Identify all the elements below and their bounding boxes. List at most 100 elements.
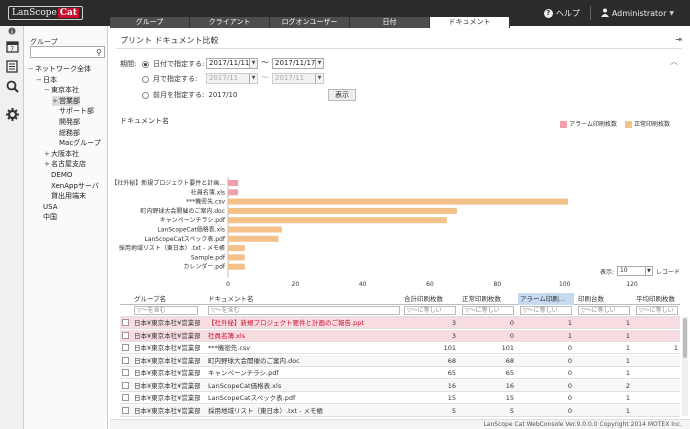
tree-node[interactable]: 貸出用端末 — [44, 191, 86, 201]
tree-toggle-icon[interactable]: − — [36, 75, 43, 85]
tab-2[interactable]: ログオンユーザー — [270, 17, 350, 28]
table-row[interactable]: 日本¥東京本社¥営業部 社員名簿.xls 3 0 1 1 — [120, 329, 680, 342]
tree-toggle-icon[interactable]: + — [44, 149, 51, 159]
tree-node[interactable]: +営業部 — [52, 95, 80, 106]
chevron-down-icon[interactable]: ▼ — [644, 267, 652, 275]
tree-node[interactable]: USA — [36, 202, 58, 212]
row-checkbox[interactable] — [122, 369, 129, 376]
tree-node[interactable]: +大阪本社 — [44, 149, 79, 159]
column-header[interactable]: ドキュメント名 — [206, 293, 402, 305]
tree-node[interactable]: 総務部 — [52, 128, 80, 138]
filter-input[interactable]: ▽〜に等しい — [462, 306, 514, 315]
row-checkbox[interactable] — [122, 406, 129, 414]
tree-node[interactable]: DEMO — [44, 170, 72, 180]
bar-normal[interactable] — [228, 217, 447, 224]
bar-alarm[interactable] — [228, 180, 239, 186]
display-button[interactable]: 表示 — [328, 89, 356, 101]
bar-normal[interactable] — [228, 198, 569, 205]
row-checkbox[interactable] — [122, 356, 129, 364]
filter-input[interactable]: ▽〜を含む — [134, 306, 198, 315]
table-row[interactable]: 日本¥東京本社¥営業部 LanScopeCat価格表.xls 16 16 0 2 — [120, 379, 680, 392]
month-to-field[interactable]: 2017/11 ▼ — [272, 73, 324, 84]
tree-node[interactable]: −ネットワーク全体 — [28, 64, 91, 74]
month-from-field[interactable]: 2017/11 ▼ — [206, 73, 258, 84]
bar-normal[interactable] — [228, 254, 245, 261]
radio-month[interactable] — [142, 75, 149, 83]
radio-prev-month[interactable] — [142, 91, 149, 99]
collapse-icon[interactable]: ︿ — [670, 56, 678, 67]
help-link[interactable]: ? ヘルプ — [534, 8, 590, 19]
tree-node[interactable]: +名古屋支店 — [44, 159, 86, 169]
page-size-select[interactable]: 10 ▼ — [616, 266, 653, 276]
app-logo: LanScope Cat — [8, 6, 84, 20]
tab-4[interactable]: ドキュメント — [430, 17, 510, 28]
column-header[interactable]: 平均印刷枚数 — [634, 293, 680, 305]
row-checkbox[interactable] — [122, 394, 129, 401]
bar-normal[interactable] — [228, 245, 245, 252]
option-month[interactable]: 月で指定する: — [142, 74, 197, 84]
tree-node[interactable]: 開発部 — [52, 117, 80, 127]
tab-0[interactable]: グループ — [110, 17, 190, 28]
scrollbar-thumb[interactable] — [683, 318, 687, 358]
tree-toggle-icon[interactable]: + — [44, 159, 51, 169]
tab-1[interactable]: クライアント — [190, 17, 270, 28]
date-to-field[interactable]: 2017/11/17 ▼ — [272, 58, 324, 69]
info-icon[interactable] — [4, 26, 20, 36]
tree-node[interactable]: 中国 — [36, 212, 57, 222]
column-header[interactable]: 合計印刷枚数 — [402, 293, 458, 305]
row-checkbox[interactable] — [122, 319, 129, 326]
search-icon[interactable] — [4, 78, 20, 94]
filter-input[interactable]: ▽〜を含む — [208, 306, 400, 315]
tab-3[interactable]: 日付 — [350, 17, 430, 28]
column-header[interactable]: 正常印刷枚数 — [460, 293, 516, 305]
chevron-down-icon[interactable]: ▼ — [249, 74, 257, 83]
gear-icon[interactable] — [4, 106, 20, 122]
filter-input[interactable]: ▽〜に等しい — [520, 306, 572, 315]
column-header[interactable]: 印刷台数 — [576, 293, 632, 305]
table-scrollbar[interactable] — [682, 316, 688, 416]
option-date[interactable]: 日付で指定する: — [142, 59, 204, 69]
group-search-input[interactable]: ⚲ — [30, 46, 105, 58]
bar-normal[interactable] — [228, 263, 245, 270]
option-prev-month[interactable]: 前月を指定する: 2017/10 — [142, 90, 237, 100]
row-checkbox[interactable] — [122, 331, 129, 339]
tree-node-label: 日本 — [43, 75, 57, 84]
bar-normal[interactable] — [228, 207, 457, 214]
bar-alarm[interactable] — [228, 189, 239, 196]
filter-input[interactable]: ▽〜に等しい — [404, 306, 456, 315]
chevron-down-icon[interactable]: ▼ — [315, 59, 323, 68]
cell-machines: 1 — [625, 344, 630, 352]
radio-date[interactable] — [142, 60, 149, 68]
tree-node[interactable]: XenAppサーバ — [44, 181, 99, 191]
chevron-down-icon[interactable]: ▼ — [315, 74, 323, 83]
tree-toggle-icon[interactable]: − — [44, 85, 51, 95]
filter-input[interactable]: ▽〜に等しい — [636, 306, 678, 315]
calendar-icon[interactable]: 7 — [4, 38, 20, 54]
table-row[interactable]: 日本¥東京本社¥営業部 町内野球大会開催のご案内.doc 68 68 0 1 — [120, 354, 680, 367]
date-from-field[interactable]: 2017/11/11 ▼ — [206, 58, 258, 69]
table-row[interactable]: 日本¥東京本社¥営業部 キャンペーンチラシ.pdf 65 65 0 1 — [120, 367, 680, 379]
tree-node[interactable]: Macグループ — [52, 138, 101, 148]
bar-normal[interactable] — [228, 235, 279, 242]
table-row[interactable]: 日本¥東京本社¥営業部 【社外秘】新規プロジェクト要件と計画のご報告.ppt 3 0 1… — [120, 317, 680, 329]
tree-node[interactable]: −日本 — [36, 75, 57, 85]
bar-normal[interactable] — [228, 226, 282, 233]
table-row[interactable]: 日本¥東京本社¥営業部 採用地域リスト（東日本）.txt - メモ帳 5 5 0 1 — [120, 404, 680, 417]
report-icon[interactable] — [4, 58, 20, 74]
table-row[interactable]: 日本¥東京本社¥営業部 LanScopeCatスペック表.pdf 15 15 0 1 — [120, 392, 680, 404]
tree-toggle-icon[interactable]: + — [52, 96, 59, 106]
page-display-label: 表示: — [599, 268, 614, 276]
tree-node[interactable]: −東京本社 — [44, 85, 79, 95]
search-icon[interactable]: ⚲ — [96, 48, 102, 57]
column-header[interactable]: アラーム印刷... — [518, 293, 574, 305]
tree-node[interactable]: サポート部 — [52, 106, 94, 116]
export-icon[interactable]: ⇥ — [675, 35, 682, 44]
row-checkbox[interactable] — [122, 381, 129, 389]
tree-toggle-icon[interactable]: − — [28, 64, 35, 74]
filter-input[interactable]: ▽〜に等しい — [578, 306, 630, 315]
chevron-down-icon[interactable]: ▼ — [249, 59, 257, 68]
column-header[interactable]: グループ名 — [132, 293, 200, 305]
user-menu[interactable]: Administrator ▼ — [591, 8, 684, 19]
table-row[interactable]: 日本¥東京本社¥営業部 ***機密先.csv 101 101 0 1 1 — [120, 342, 680, 354]
row-checkbox[interactable] — [122, 344, 129, 351]
